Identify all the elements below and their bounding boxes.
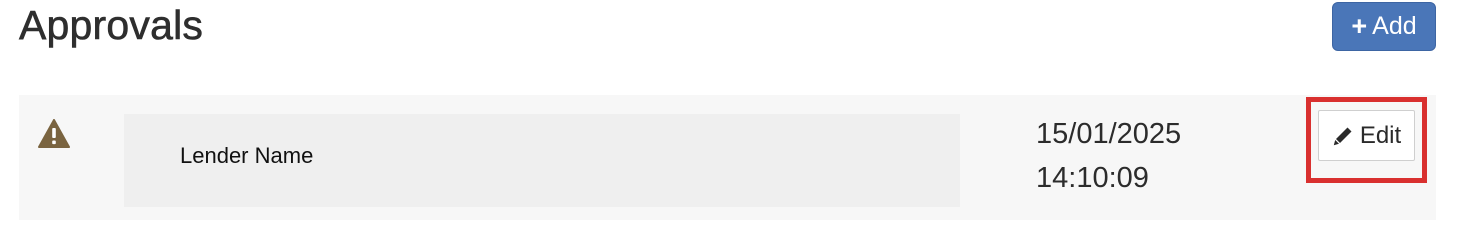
page-title: Approvals bbox=[19, 2, 204, 49]
add-button-label: Add bbox=[1372, 12, 1417, 40]
approval-time: 14:10:09 bbox=[1036, 162, 1149, 194]
approvals-page: Approvals + Add Lender Name 15/01/2025 1… bbox=[0, 0, 1464, 222]
add-button[interactable]: + Add bbox=[1332, 2, 1436, 51]
edit-button[interactable]: Edit bbox=[1318, 110, 1415, 161]
edit-button-label: Edit bbox=[1359, 121, 1402, 149]
pencil-icon bbox=[1333, 127, 1352, 145]
approval-date: 15/01/2025 bbox=[1036, 118, 1182, 150]
plus-icon: + bbox=[1351, 11, 1368, 41]
lender-name: Lender Name bbox=[180, 143, 314, 168]
warning-icon bbox=[38, 119, 70, 148]
